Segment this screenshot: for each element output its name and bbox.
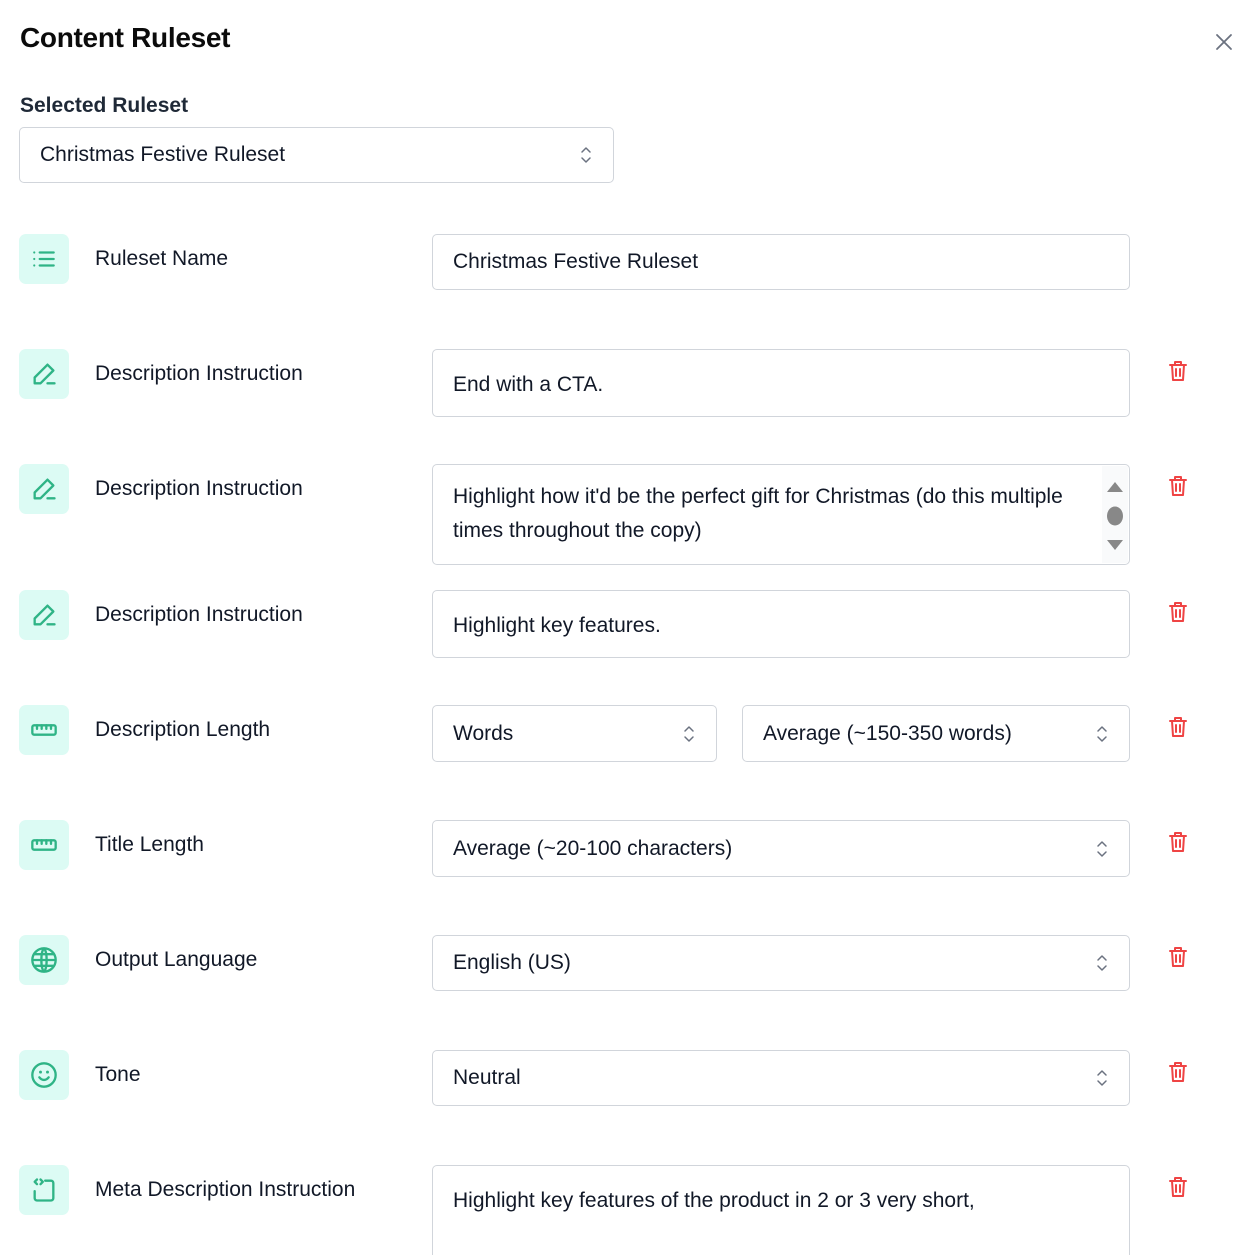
smiley-icon: [19, 1050, 69, 1100]
selected-ruleset-select[interactable]: Christmas Festive Ruleset: [19, 127, 614, 183]
chevron-up-down-icon: [1097, 955, 1107, 971]
tone-select[interactable]: Neutral: [432, 1050, 1130, 1106]
chevron-up-down-icon: [581, 147, 591, 163]
trash-icon[interactable]: [1166, 1060, 1190, 1084]
output-language-select[interactable]: English (US): [432, 935, 1130, 991]
chevron-up-down-icon: [1097, 1070, 1107, 1086]
ruleset-name-input[interactable]: Christmas Festive Ruleset: [432, 234, 1130, 290]
pencil-icon: [19, 349, 69, 399]
trash-icon[interactable]: [1166, 1175, 1190, 1199]
rule-label: Description Instruction: [95, 603, 303, 626]
close-icon[interactable]: [1212, 30, 1236, 54]
title-length-select[interactable]: Average (~20-100 characters): [432, 820, 1130, 877]
trash-icon[interactable]: [1166, 359, 1190, 383]
select-value: Average (~20-100 characters): [453, 836, 733, 860]
ruler-icon: [19, 705, 69, 755]
length-unit-select[interactable]: Words: [432, 705, 717, 762]
textarea-value: End with a CTA.: [453, 373, 604, 396]
trash-icon[interactable]: [1166, 474, 1190, 498]
trash-icon[interactable]: [1166, 945, 1190, 969]
chevron-up-down-icon: [1097, 725, 1107, 742]
pencil-icon: [19, 590, 69, 640]
trash-icon[interactable]: [1166, 715, 1190, 739]
description-instruction-textarea[interactable]: End with a CTA.: [432, 349, 1130, 417]
chevron-up-down-icon: [1097, 840, 1107, 857]
page-title: Content Ruleset: [20, 22, 231, 53]
selected-ruleset-label: Selected Ruleset: [20, 94, 189, 117]
description-instruction-textarea[interactable]: Highlight key features.: [432, 590, 1130, 658]
select-value: Average (~150-350 words): [763, 721, 1012, 745]
rule-label: Meta Description Instruction: [95, 1178, 356, 1201]
rule-label: Ruleset Name: [95, 247, 229, 270]
rule-label: Tone: [95, 1063, 141, 1086]
ruler-icon: [19, 820, 69, 870]
selected-ruleset-value: Christmas Festive Ruleset: [40, 143, 286, 166]
select-value: Words: [453, 721, 514, 745]
textarea-value: Highlight key features of the product in…: [453, 1189, 975, 1212]
description-instruction-textarea[interactable]: Highlight how it'd be the perfect gift f…: [432, 464, 1130, 565]
trash-icon[interactable]: [1166, 600, 1190, 624]
code-box-icon: [19, 1165, 69, 1215]
rule-label: Description Instruction: [95, 477, 303, 500]
description-length-select[interactable]: Average (~150-350 words): [742, 705, 1130, 762]
textarea-value: Highlight how it'd be the perfect gift f…: [453, 485, 1063, 542]
select-value: English (US): [453, 951, 571, 974]
trash-icon[interactable]: [1166, 830, 1190, 854]
chevron-up-down-icon: [684, 725, 694, 742]
pencil-icon: [19, 464, 69, 514]
list-icon: [19, 234, 69, 284]
globe-icon: [19, 935, 69, 985]
ruleset-name-value: Christmas Festive Ruleset: [453, 250, 699, 273]
rule-label: Description Length: [95, 718, 271, 741]
meta-description-instruction-textarea[interactable]: Highlight key features of the product in…: [432, 1165, 1130, 1255]
rule-label: Output Language: [95, 948, 258, 971]
select-value: Neutral: [453, 1066, 521, 1089]
rule-label: Title Length: [95, 833, 204, 856]
textarea-value: Highlight key features.: [453, 614, 661, 637]
textarea-scrollbar[interactable]: [1102, 466, 1128, 563]
rule-label: Description Instruction: [95, 362, 303, 385]
